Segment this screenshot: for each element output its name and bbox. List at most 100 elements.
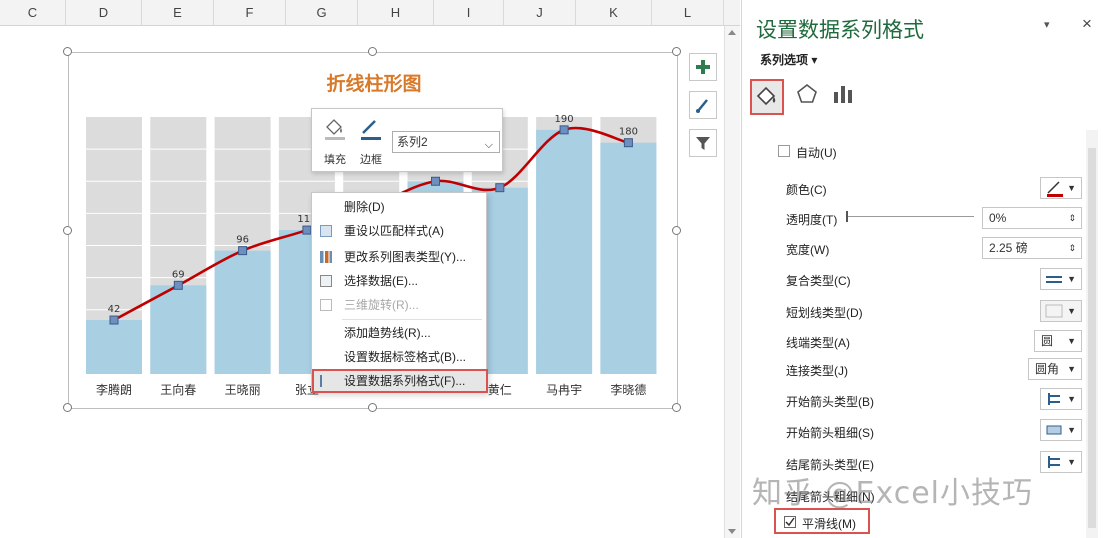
column-header[interactable]: K bbox=[576, 0, 652, 26]
color-picker-button[interactable]: ▼ bbox=[1040, 177, 1082, 199]
category-label[interactable]: 黄仁 bbox=[488, 383, 512, 397]
resize-handle[interactable] bbox=[63, 47, 72, 56]
data-bar[interactable] bbox=[600, 142, 657, 374]
auto-checkbox[interactable] bbox=[778, 145, 790, 157]
end-arrow-type-dropdown[interactable]: ▼ bbox=[1040, 451, 1082, 473]
resize-handle[interactable] bbox=[368, 403, 377, 412]
sheet-vertical-scrollbar[interactable] bbox=[724, 26, 740, 538]
column-header[interactable]: D bbox=[66, 0, 142, 26]
series-point-marker[interactable] bbox=[495, 183, 505, 193]
category-label[interactable]: 李腾朗 bbox=[96, 382, 132, 397]
cap-type-label: 线端类型(A) bbox=[786, 336, 850, 350]
menu-item-label: 设置数据标签格式(B)... bbox=[344, 350, 466, 364]
series-options-dropdown[interactable]: 系列选项 ▾ bbox=[760, 51, 817, 68]
column-header[interactable]: F bbox=[214, 0, 286, 26]
column-header[interactable]: J bbox=[504, 0, 576, 26]
resize-handle[interactable] bbox=[63, 403, 72, 412]
chevron-down-icon: ▼ bbox=[1067, 364, 1076, 374]
menu-item-reset-style[interactable]: 重设以匹配样式(A) bbox=[312, 219, 488, 243]
chart-styles-button[interactable] bbox=[689, 91, 717, 119]
arrow-type-icon bbox=[1048, 456, 1060, 468]
menu-item-select-data[interactable]: 选择数据(E)... bbox=[312, 269, 488, 293]
menu-item-format-data-series[interactable]: 设置数据系列格式(F)... bbox=[312, 369, 488, 393]
width-input[interactable]: 2.25 磅 ⇕ bbox=[982, 237, 1082, 259]
category-label[interactable]: 李晓德 bbox=[610, 382, 646, 397]
cap-type-dropdown[interactable]: 圆 ▼ bbox=[1034, 330, 1082, 352]
spinner-icon[interactable]: ⇕ bbox=[1068, 238, 1076, 258]
dash-type-dropdown[interactable]: ▼ bbox=[1040, 300, 1082, 322]
column-header[interactable]: C bbox=[0, 0, 66, 26]
scroll-thumb[interactable] bbox=[1088, 148, 1096, 528]
menu-item-delete[interactable]: 删除(D) bbox=[312, 195, 488, 219]
data-label[interactable]: 180 bbox=[619, 127, 638, 138]
chevron-down-icon: ▼ bbox=[1067, 274, 1076, 284]
chart-elements-button[interactable] bbox=[689, 53, 717, 81]
brush-icon bbox=[696, 99, 708, 113]
tab-fill-line[interactable] bbox=[750, 79, 784, 115]
tab-effects[interactable] bbox=[790, 76, 824, 112]
transparency-input[interactable]: 0% ⇕ bbox=[982, 207, 1082, 229]
begin-arrow-type-label: 开始箭头类型(B) bbox=[786, 395, 874, 409]
scroll-down-arrow-icon[interactable] bbox=[728, 529, 736, 534]
menu-item-change-chart-type[interactable]: 更改系列图表类型(Y)... bbox=[312, 245, 488, 269]
outline-label: 边框 bbox=[360, 154, 382, 166]
data-label[interactable]: 42 bbox=[108, 304, 121, 315]
column-header[interactable]: E bbox=[142, 0, 214, 26]
menu-item-add-trendline[interactable]: 添加趋势线(R)... bbox=[312, 321, 488, 345]
begin-arrow-type-dropdown[interactable]: ▼ bbox=[1040, 388, 1082, 410]
chevron-down-icon: ▼ bbox=[1067, 425, 1076, 435]
slider-thumb[interactable] bbox=[846, 211, 848, 222]
close-icon[interactable]: × bbox=[1082, 14, 1092, 34]
transparency-label: 透明度(T) bbox=[786, 213, 838, 227]
data-bar[interactable] bbox=[214, 250, 271, 374]
series-point-marker[interactable] bbox=[109, 315, 119, 325]
data-label[interactable]: 96 bbox=[236, 235, 249, 246]
pane-scrollbar[interactable] bbox=[1086, 130, 1098, 538]
join-type-dropdown[interactable]: 圆角 ▼ bbox=[1028, 358, 1082, 380]
resize-handle[interactable] bbox=[63, 226, 72, 235]
data-bar[interactable] bbox=[536, 129, 593, 374]
series-point-marker[interactable] bbox=[431, 176, 440, 186]
scroll-up-arrow-icon[interactable] bbox=[728, 30, 736, 35]
menu-item-3d-rotation[interactable]: 三维旋转(R)... bbox=[312, 293, 488, 317]
category-label[interactable]: 王向春 bbox=[160, 382, 196, 397]
series-point-marker[interactable] bbox=[173, 280, 183, 290]
column-header[interactable]: L bbox=[652, 0, 724, 26]
data-label[interactable]: 190 bbox=[555, 114, 574, 125]
plus-icon bbox=[696, 60, 710, 74]
change-chart-type-icon bbox=[320, 251, 332, 263]
spinner-icon[interactable]: ⇕ bbox=[1068, 208, 1076, 228]
fill-label: 填充 bbox=[324, 154, 346, 166]
pane-title: 设置数据系列格式 bbox=[756, 18, 924, 42]
tab-series-options[interactable] bbox=[826, 76, 860, 112]
data-bar[interactable] bbox=[86, 320, 142, 374]
pane-options-dropdown-icon[interactable]: ▾ bbox=[1044, 18, 1050, 31]
resize-handle[interactable] bbox=[672, 226, 681, 235]
fill-button[interactable]: 填充 bbox=[318, 115, 352, 167]
width-value: 2.25 磅 bbox=[989, 241, 1028, 255]
compound-type-dropdown[interactable]: ▼ bbox=[1040, 268, 1082, 290]
menu-item-format-data-labels[interactable]: 设置数据标签格式(B)... bbox=[312, 345, 488, 369]
series-point-marker[interactable] bbox=[559, 125, 569, 135]
series-point-marker[interactable] bbox=[238, 246, 248, 256]
category-label[interactable]: 王晓丽 bbox=[225, 383, 261, 397]
join-type-label: 连接类型(J) bbox=[786, 364, 848, 378]
series-selector-dropdown[interactable]: 系列2 ⌵ bbox=[392, 131, 500, 153]
transparency-slider[interactable] bbox=[846, 211, 974, 222]
begin-arrow-size-dropdown[interactable]: ▼ bbox=[1040, 419, 1082, 441]
category-label[interactable]: 马冉宇 bbox=[546, 383, 582, 397]
menu-item-label: 添加趋势线(R)... bbox=[344, 326, 431, 340]
series-point-marker[interactable] bbox=[302, 225, 312, 235]
resize-handle[interactable] bbox=[672, 47, 681, 56]
chart-filters-button[interactable] bbox=[689, 129, 717, 157]
data-bar[interactable] bbox=[150, 285, 207, 374]
resize-handle[interactable] bbox=[368, 47, 377, 56]
select-data-icon bbox=[320, 275, 332, 287]
column-header[interactable]: I bbox=[434, 0, 504, 26]
column-header[interactable]: G bbox=[286, 0, 358, 26]
outline-button[interactable]: 边框 bbox=[354, 115, 388, 167]
resize-handle[interactable] bbox=[672, 403, 681, 412]
data-label[interactable]: 69 bbox=[172, 269, 185, 280]
column-header[interactable]: H bbox=[358, 0, 434, 26]
series-point-marker[interactable] bbox=[623, 138, 633, 148]
